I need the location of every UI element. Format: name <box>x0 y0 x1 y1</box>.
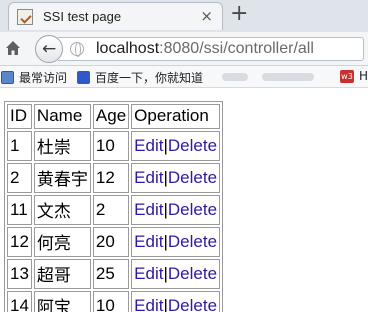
browser-tab[interactable]: SSI test page × <box>8 2 223 30</box>
new-tab-icon[interactable]: + <box>230 3 248 25</box>
cell-operation: Edit|Delete <box>131 195 221 225</box>
table-row: 14 阿宝 10 Edit|Delete <box>7 291 221 312</box>
globe-icon <box>70 42 84 57</box>
cell-name: 阿宝 <box>33 291 91 312</box>
home-icon[interactable] <box>5 40 21 56</box>
cell-operation: Edit|Delete <box>131 259 221 289</box>
bookmark-baidu[interactable]: 百度一下，你就知道 <box>77 69 203 86</box>
delete-link[interactable]: Delete <box>168 296 217 312</box>
w3-icon: w3 <box>340 69 354 83</box>
cell-id: 1 <box>7 131 32 161</box>
baidu-paw-icon <box>77 71 90 84</box>
tab-strip: SSI test page × + <box>0 0 368 32</box>
cell-age: 12 <box>92 163 130 193</box>
table-row: 12 何亮 20 Edit|Delete <box>7 227 221 257</box>
table-row: 1 杜崇 10 Edit|Delete <box>7 131 221 161</box>
column-header-age: Age <box>92 104 130 129</box>
cell-age: 10 <box>92 291 130 312</box>
bookmark-label: 百度一下，你就知道 <box>95 71 204 85</box>
bookmark-label: 最常访问 <box>19 71 68 85</box>
cell-name: 黄春宇 <box>33 163 91 193</box>
close-tab-icon[interactable]: × <box>200 8 213 24</box>
delete-link[interactable]: Delete <box>168 264 217 283</box>
back-button[interactable]: ← <box>35 35 63 63</box>
cell-operation: Edit|Delete <box>131 163 221 193</box>
bookmark-folder-icon <box>1 71 14 84</box>
cell-id: 2 <box>7 163 32 193</box>
table-header-row: ID Name Age Operation <box>7 104 221 129</box>
url-text[interactable]: localhost:8080/ssi/controller/all <box>96 40 314 58</box>
users-table: ID Name Age Operation 1 杜崇 10 Edit|Delet… <box>4 101 224 312</box>
table-row: 13 超哥 25 Edit|Delete <box>7 259 221 289</box>
cell-id: 11 <box>7 195 32 225</box>
bookmarks-bar: 最常访问 百度一下，你就知道 w3 H <box>0 66 368 88</box>
bookmark-w3[interactable]: w3 H <box>340 69 368 83</box>
cell-age: 2 <box>92 195 130 225</box>
table-row: 2 黄春宇 12 Edit|Delete <box>7 163 221 193</box>
delete-link[interactable]: Delete <box>168 168 217 187</box>
cell-name: 超哥 <box>33 259 91 289</box>
blurred-region <box>222 73 248 81</box>
table-row: 11 文杰 2 Edit|Delete <box>7 195 221 225</box>
cell-id: 12 <box>7 227 32 257</box>
url-path: :8080/ssi/controller/all <box>159 40 314 57</box>
cell-id: 13 <box>7 259 32 289</box>
cell-id: 14 <box>7 291 32 312</box>
back-arrow-icon: ← <box>42 39 57 59</box>
column-header-operation: Operation <box>131 104 221 129</box>
edit-link[interactable]: Edit <box>134 200 163 219</box>
cell-operation: Edit|Delete <box>131 291 221 312</box>
delete-link[interactable]: Delete <box>168 232 217 251</box>
column-header-id: ID <box>7 104 32 129</box>
navigation-bar: localhost:8080/ssi/controller/all ← <box>0 32 368 66</box>
delete-link[interactable]: Delete <box>168 200 217 219</box>
cell-age: 10 <box>92 131 130 161</box>
column-header-name: Name <box>33 104 91 129</box>
delete-link[interactable]: Delete <box>168 136 217 155</box>
page-content: ID Name Age Operation 1 杜崇 10 Edit|Delet… <box>4 101 224 312</box>
bookmark-most-visited[interactable]: 最常访问 <box>1 69 67 86</box>
edit-link[interactable]: Edit <box>134 168 163 187</box>
cell-name: 何亮 <box>33 227 91 257</box>
cell-age: 25 <box>92 259 130 289</box>
cell-age: 20 <box>92 227 130 257</box>
cell-operation: Edit|Delete <box>131 131 221 161</box>
bookmark-label: H <box>359 69 368 83</box>
edit-link[interactable]: Edit <box>134 296 163 312</box>
tab-title: SSI test page <box>43 9 122 24</box>
cell-operation: Edit|Delete <box>131 227 221 257</box>
edit-link[interactable]: Edit <box>134 264 163 283</box>
page-favicon-icon <box>17 8 33 25</box>
url-host: localhost <box>96 40 160 57</box>
blurred-region <box>262 73 314 81</box>
edit-link[interactable]: Edit <box>134 232 163 251</box>
cell-name: 文杰 <box>33 195 91 225</box>
edit-link[interactable]: Edit <box>134 136 163 155</box>
address-bar[interactable]: localhost:8080/ssi/controller/all <box>58 37 364 61</box>
cell-name: 杜崇 <box>33 131 91 161</box>
